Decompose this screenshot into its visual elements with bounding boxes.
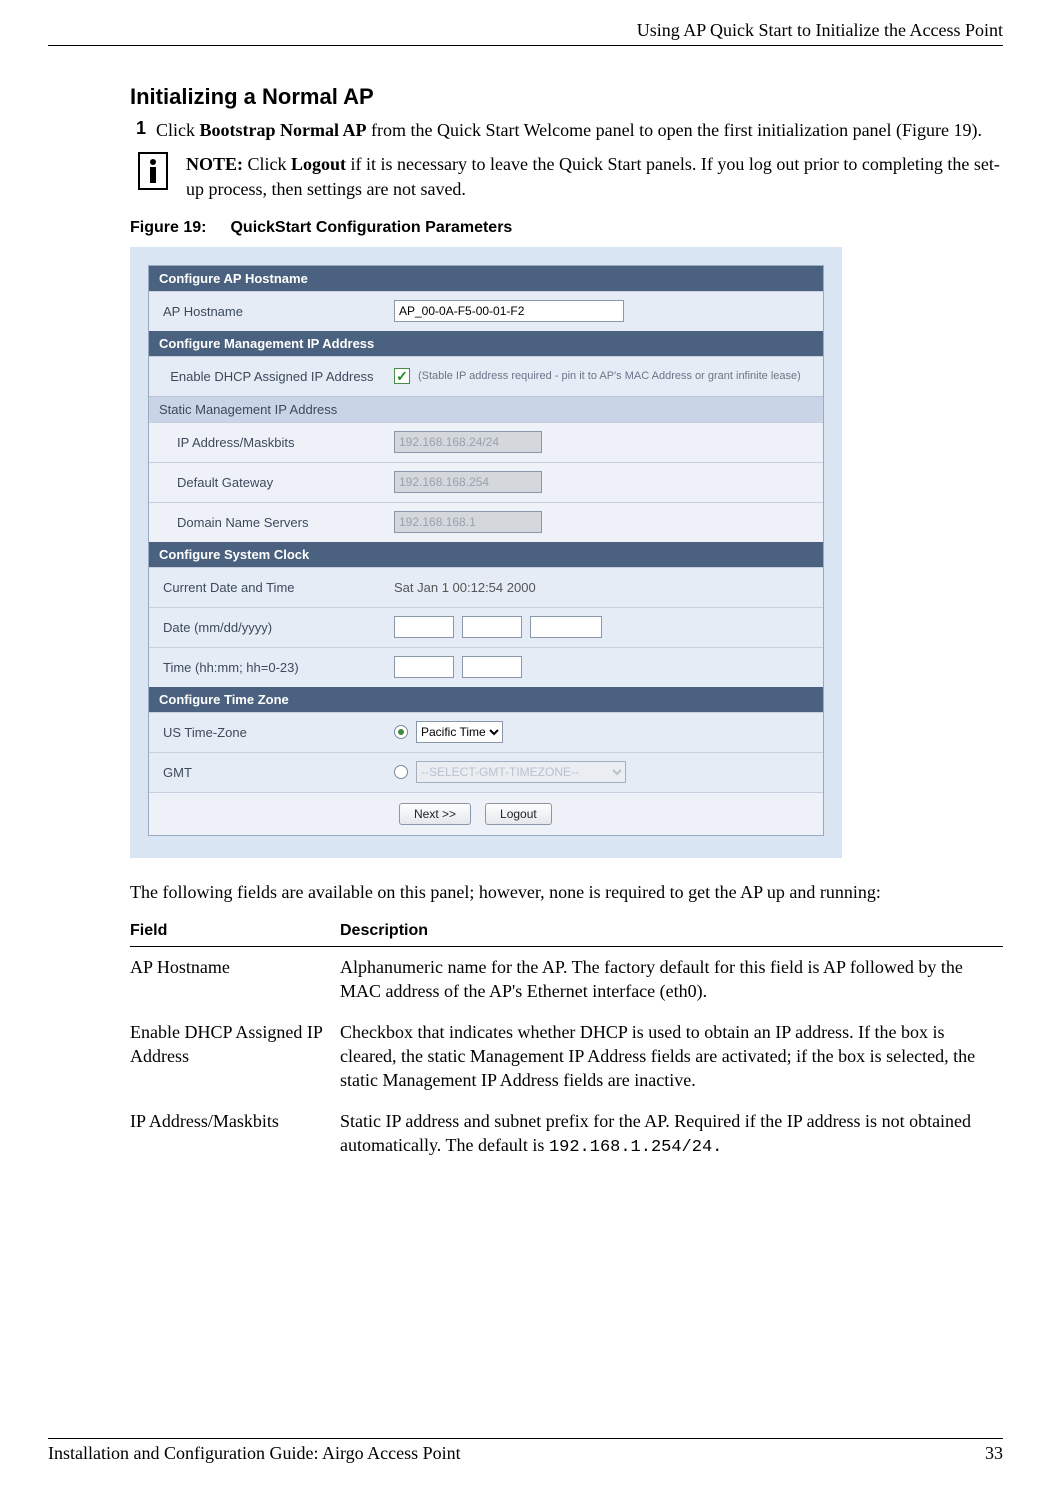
page-footer: Installation and Configuration Guide: Ai… xyxy=(48,1438,1003,1464)
figure-caption: Figure 19: QuickStart Configuration Param… xyxy=(130,219,1003,237)
button-row: Next >> Logout xyxy=(149,792,823,835)
row-ipmask: IP Address/Maskbits xyxy=(149,422,823,462)
config-screenshot: Configure AP Hostname AP Hostname Config… xyxy=(130,247,842,858)
section-header-hostname: Configure AP Hostname xyxy=(149,266,823,291)
field-table: Field Description AP Hostname Alphanumer… xyxy=(130,918,1003,1168)
section-header-tz: Configure Time Zone xyxy=(149,687,823,712)
step-text-pre: Click xyxy=(156,120,200,140)
field-desc: Alphanumeric name for the AP. The factor… xyxy=(340,947,1003,1012)
note-block: NOTE: Click Logout if it is necessary to… xyxy=(130,152,1003,201)
field-desc-code: 192.168.1.254/24. xyxy=(549,1138,722,1157)
row-date: Date (mm/dd/yyyy) xyxy=(149,607,823,647)
step-1: 1 Click Bootstrap Normal AP from the Qui… xyxy=(130,118,1003,142)
th-description: Description xyxy=(340,918,1003,947)
label-gmt: GMT xyxy=(149,759,384,786)
logout-button[interactable]: Logout xyxy=(485,803,552,825)
select-us-tz[interactable]: Pacific Time xyxy=(416,721,503,743)
field-name: AP Hostname xyxy=(130,947,340,1012)
row-dhcp: Enable DHCP Assigned IP Address ✓ (Stabl… xyxy=(149,356,823,396)
row-time: Time (hh:mm; hh=0-23) xyxy=(149,647,823,687)
section-title: Initializing a Normal AP xyxy=(130,84,1003,110)
input-date-yyyy[interactable] xyxy=(530,616,602,638)
label-time: Time (hh:mm; hh=0-23) xyxy=(149,654,384,681)
input-date-dd[interactable] xyxy=(462,616,522,638)
radio-gmt[interactable] xyxy=(394,765,408,779)
next-button[interactable]: Next >> xyxy=(399,803,471,825)
row-ap-hostname: AP Hostname xyxy=(149,291,823,331)
note-bold: Logout xyxy=(291,154,346,174)
step-text: Click Bootstrap Normal AP from the Quick… xyxy=(156,118,1003,142)
section-header-ip: Configure Management IP Address xyxy=(149,331,823,356)
row-gmt: GMT --SELECT-GMT-TIMEZONE-- xyxy=(149,752,823,792)
note-pre: Click xyxy=(243,154,291,174)
label-date: Date (mm/dd/yyyy) xyxy=(149,614,384,641)
note-text: NOTE: Click Logout if it is necessary to… xyxy=(186,152,1003,201)
checkbox-dhcp[interactable]: ✓ xyxy=(394,368,410,384)
note-label: NOTE: xyxy=(186,154,243,174)
th-field: Field xyxy=(130,918,340,947)
subheader-static-ip: Static Management IP Address xyxy=(149,396,823,422)
label-ap-hostname: AP Hostname xyxy=(149,298,384,325)
running-header: Using AP Quick Start to Initialize the A… xyxy=(48,20,1003,46)
input-date-mm[interactable] xyxy=(394,616,454,638)
step-number: 1 xyxy=(130,118,156,142)
field-name: Enable DHCP Assigned IP Address xyxy=(130,1012,340,1101)
footer-left: Installation and Configuration Guide: Ai… xyxy=(48,1443,461,1464)
label-current-dt: Current Date and Time xyxy=(149,574,384,601)
input-dns xyxy=(394,511,542,533)
label-dns: Domain Name Servers xyxy=(149,509,384,536)
label-gateway: Default Gateway xyxy=(149,469,384,496)
field-desc: Static IP address and subnet prefix for … xyxy=(340,1101,1003,1168)
figure-label: Figure 19: xyxy=(130,219,206,236)
value-current-dt: Sat Jan 1 00:12:54 2000 xyxy=(384,574,823,601)
info-icon xyxy=(138,152,168,190)
config-panel: Configure AP Hostname AP Hostname Config… xyxy=(148,265,824,836)
row-current-dt: Current Date and Time Sat Jan 1 00:12:54… xyxy=(149,567,823,607)
input-gateway xyxy=(394,471,542,493)
label-dhcp: Enable DHCP Assigned IP Address xyxy=(149,363,384,390)
page-number: 33 xyxy=(985,1443,1003,1464)
figure-title: QuickStart Configuration Parameters xyxy=(230,219,512,236)
input-time-mm[interactable] xyxy=(462,656,522,678)
table-row: AP Hostname Alphanumeric name for the AP… xyxy=(130,947,1003,1012)
fields-intro: The following fields are available on th… xyxy=(130,880,1003,904)
step-text-post: from the Quick Start Welcome panel to op… xyxy=(366,120,982,140)
select-gmt: --SELECT-GMT-TIMEZONE-- xyxy=(416,761,626,783)
row-dns: Domain Name Servers xyxy=(149,502,823,542)
label-us-tz: US Time-Zone xyxy=(149,719,384,746)
input-ipmask xyxy=(394,431,542,453)
table-row: IP Address/Maskbits Static IP address an… xyxy=(130,1101,1003,1168)
field-desc: Checkbox that indicates whether DHCP is … xyxy=(340,1012,1003,1101)
input-ap-hostname[interactable] xyxy=(394,300,624,322)
label-ipmask: IP Address/Maskbits xyxy=(149,429,384,456)
table-row: Enable DHCP Assigned IP Address Checkbox… xyxy=(130,1012,1003,1101)
field-name: IP Address/Maskbits xyxy=(130,1101,340,1168)
radio-us-tz[interactable] xyxy=(394,725,408,739)
row-gateway: Default Gateway xyxy=(149,462,823,502)
section-header-clock: Configure System Clock xyxy=(149,542,823,567)
hint-dhcp: (Stable IP address required - pin it to … xyxy=(418,369,801,383)
input-time-hh[interactable] xyxy=(394,656,454,678)
step-text-bold: Bootstrap Normal AP xyxy=(200,120,367,140)
row-us-tz: US Time-Zone Pacific Time xyxy=(149,712,823,752)
